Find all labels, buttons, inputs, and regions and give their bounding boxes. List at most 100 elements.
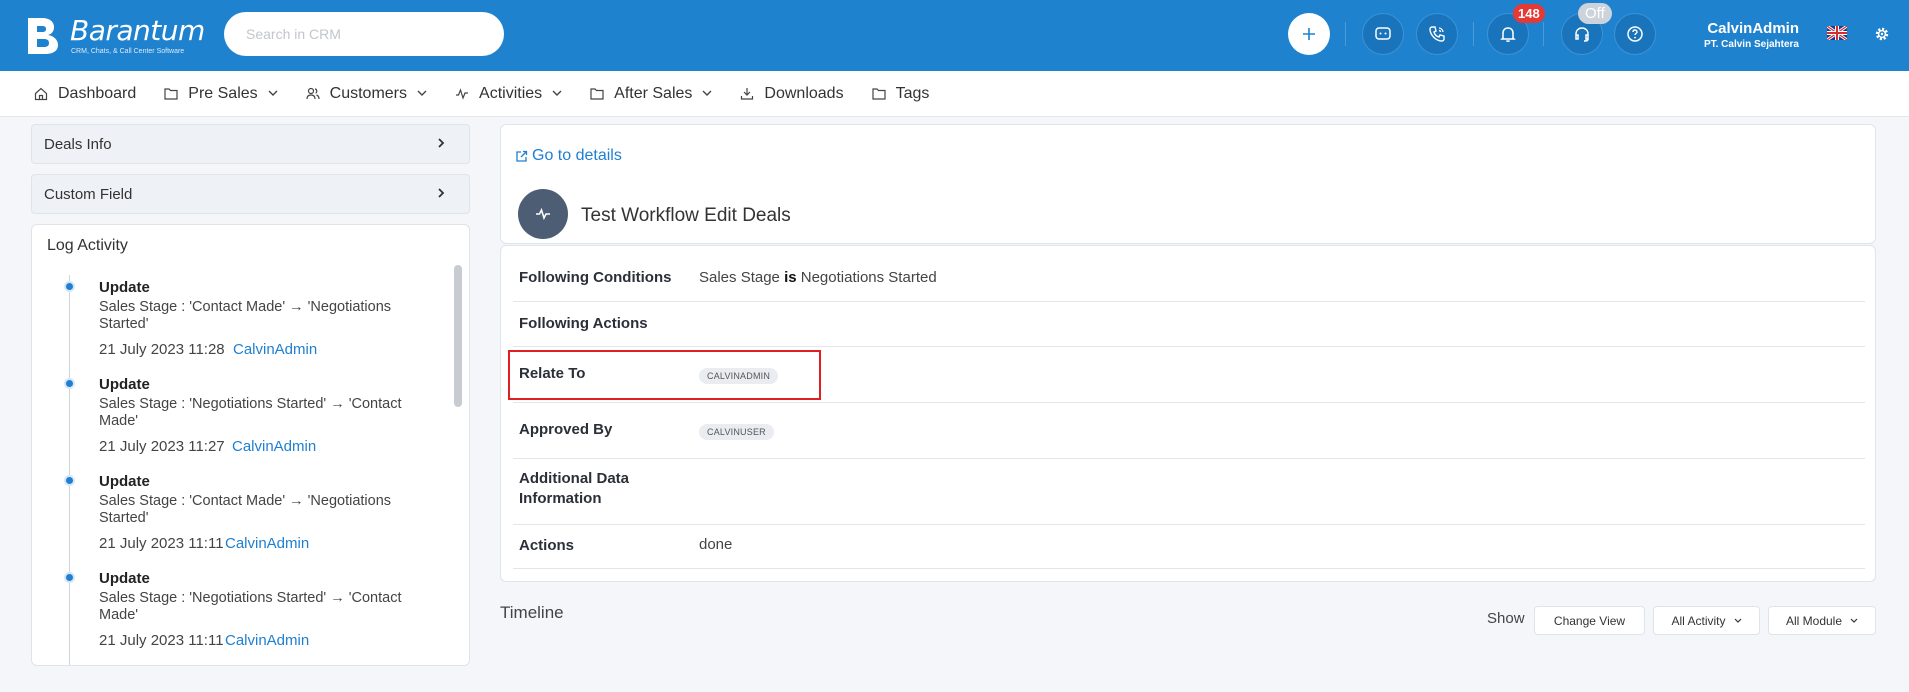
workflow-title: Test Workflow Edit Deals: [581, 205, 791, 226]
detail-row-approved-by: Approved By CALVINUSER: [513, 403, 1865, 459]
user-profile[interactable]: CalvinAdmin PT. Calvin Sejahtera: [1704, 20, 1799, 50]
log-entry-date: 21 July 2023 11:11: [99, 535, 224, 552]
timeline-title: Timeline: [500, 603, 564, 622]
brand-logo[interactable]: Barantum CRM, Chats, & Call Center Softw…: [24, 14, 205, 58]
workflow-header-card: Go to details Test Workflow Edit Deals: [500, 124, 1876, 244]
log-entry-user-link[interactable]: CalvinAdmin: [233, 341, 317, 358]
folder-icon: [590, 88, 604, 100]
log-entry-user-link[interactable]: CalvinAdmin: [232, 438, 316, 455]
header-divider: [1543, 22, 1544, 46]
log-entry-title: Update: [99, 570, 150, 587]
workflow-avatar: [518, 189, 568, 239]
folder-icon: [164, 88, 178, 100]
detail-label: Actions: [519, 537, 575, 554]
uk-flag-icon[interactable]: [1827, 26, 1847, 40]
nav-activities[interactable]: Activities: [455, 85, 562, 103]
user-company: PT. Calvin Sejahtera: [1703, 39, 1799, 50]
nav-customers[interactable]: Customers: [306, 85, 427, 103]
add-button[interactable]: [1288, 13, 1330, 55]
detail-label-line: Additional Data: [519, 470, 630, 487]
log-entry-date: 21 July 2023 11:27: [99, 438, 225, 455]
nav-label: After Sales: [614, 84, 693, 102]
log-activity-title: Log Activity: [47, 237, 128, 254]
users-icon: [306, 87, 320, 100]
header-divider: [1345, 22, 1346, 46]
log-entry-desc: Sales Stage : 'Negotiations Started' → '…: [99, 396, 402, 429]
chevron-down-icon: [268, 90, 278, 96]
header-divider: [1473, 22, 1474, 46]
chevron-right-icon: [438, 188, 445, 198]
timeline-dot: [64, 378, 75, 389]
log-entry-desc: Sales Stage : 'Negotiations Started' → '…: [99, 590, 402, 623]
headset-icon: [1575, 27, 1589, 42]
log-entry-user-link[interactable]: CalvinAdmin: [225, 535, 309, 552]
detail-row-additional-data: Additional Data Information: [513, 459, 1865, 525]
phone-icon: [1429, 26, 1445, 42]
chevron-down-icon: [1850, 618, 1858, 623]
dropdown-label: All Activity: [1671, 613, 1726, 628]
chevron-right-icon: [438, 138, 445, 148]
log-scrollbar[interactable]: [454, 265, 462, 407]
timeline-dot: [64, 475, 75, 486]
change-view-button[interactable]: Change View: [1534, 606, 1645, 635]
activity-icon: [456, 87, 469, 100]
nav-label: Dashboard: [58, 84, 137, 102]
condition-value: Negotiations Started: [800, 269, 937, 286]
log-entry-user-link[interactable]: CalvinAdmin: [225, 632, 309, 649]
log-entry-desc: Sales Stage : 'Contact Made' → 'Negotiat…: [99, 493, 392, 526]
condition-field: Sales Stage: [699, 269, 780, 286]
help-button[interactable]: [1614, 13, 1656, 55]
all-module-dropdown[interactable]: All Module: [1768, 606, 1876, 635]
call-button[interactable]: [1416, 13, 1458, 55]
detail-value: Sales Stage is Negotiations Started: [699, 269, 937, 286]
detail-row-actions-result: Actions done: [513, 525, 1865, 569]
nav-pre-sales[interactable]: Pre Sales: [164, 84, 278, 103]
nav-after-sales[interactable]: After Sales: [590, 85, 712, 103]
user-name: CalvinAdmin: [1707, 20, 1799, 37]
button-label: Change View: [1553, 613, 1626, 628]
chevron-down-icon: [552, 90, 562, 96]
all-activity-dropdown[interactable]: All Activity: [1653, 606, 1760, 635]
bell-icon: [1500, 27, 1516, 42]
workflow-details-card: Following Conditions Sales Stage is Nego…: [500, 245, 1876, 582]
go-to-details-link[interactable]: Go to details: [515, 147, 622, 165]
nav-downloads[interactable]: Downloads: [740, 84, 844, 103]
deals-info-accordion[interactable]: Deals Info: [31, 124, 470, 164]
download-icon: [741, 88, 754, 100]
detail-label-line: Information: [519, 490, 602, 507]
plus-icon: [1303, 28, 1315, 40]
barantum-logo-icon: [28, 18, 58, 54]
timeline-dot: [64, 281, 75, 292]
highlight-box: [508, 350, 821, 400]
chat-icon: [1375, 27, 1391, 40]
top-bar: Barantum CRM, Chats, & Call Center Softw…: [0, 0, 1909, 71]
chevron-down-icon: [1734, 618, 1741, 623]
dropdown-label: All Module: [1785, 613, 1843, 628]
detail-value: done: [699, 536, 733, 553]
log-activity-panel: Log Activity Update Sales Stage : 'Conta…: [31, 224, 470, 666]
user-tag: CALVINUSER: [699, 424, 774, 440]
brand-tagline: CRM, Chats, & Call Center Software: [71, 48, 185, 55]
question-icon: [1627, 26, 1643, 42]
nav-label: Downloads: [764, 84, 844, 102]
nav-tags[interactable]: Tags: [871, 85, 929, 103]
activity-icon: [536, 208, 550, 220]
detail-label: Additional Data Information: [519, 469, 629, 509]
timeline-line: [69, 275, 70, 665]
chat-button[interactable]: [1362, 13, 1404, 55]
log-entry-title: Update: [99, 279, 150, 296]
go-to-details-label: Go to details: [532, 147, 622, 164]
detail-label: Following Conditions: [519, 269, 672, 286]
gear-icon[interactable]: [1874, 26, 1890, 42]
nav-dashboard[interactable]: Dashboard: [34, 85, 136, 103]
brand-name: Barantum: [70, 14, 205, 47]
detail-label: Following Actions: [519, 315, 648, 332]
nav-label: Activities: [479, 84, 543, 102]
nav-label: Pre Sales: [188, 84, 258, 102]
detail-row-actions: Following Actions: [513, 302, 1865, 347]
search-input[interactable]: [224, 12, 504, 56]
main-nav: Dashboard Pre Sales Customers Activities…: [0, 71, 1909, 117]
custom-field-accordion[interactable]: Custom Field: [31, 174, 470, 214]
log-entry-date: 21 July 2023 11:28: [99, 341, 225, 358]
folder-icon: [871, 88, 886, 100]
